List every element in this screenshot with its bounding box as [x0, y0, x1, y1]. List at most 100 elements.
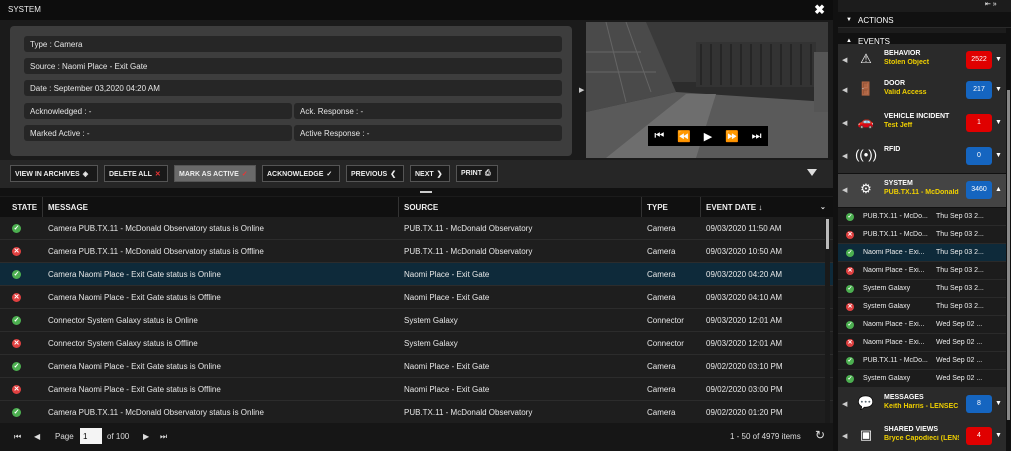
next-button[interactable]: NEXT ❯ [410, 165, 450, 182]
forward-icon[interactable]: ⏩ [725, 130, 739, 143]
table-row[interactable]: ✕ Camera PUB.TX.11 - McDonald Observatory… [0, 240, 833, 263]
table-scrollbar-thumb[interactable] [826, 219, 829, 249]
category-system[interactable]: ◀ ⚙ SYSTEM PUB.TX.11 - McDonald ... 3460 ▲ [838, 174, 1006, 208]
view-in-archives-button[interactable]: VIEW IN ARCHIVES ◈ [10, 165, 98, 182]
skip-first-icon[interactable]: ⏮ [654, 130, 664, 143]
system-event-item[interactable]: ✕ Naomi Place - Exi... Thu Sep 03 2... [838, 262, 1006, 280]
status-error-icon: ✕ [12, 293, 21, 302]
system-event-item[interactable]: ✓ Naomi Place - Exi... Thu Sep 03 2... [838, 244, 1006, 262]
filter-icon[interactable] [807, 169, 817, 176]
dropdown-icon[interactable]: ▼ [995, 152, 1002, 159]
column-message[interactable]: MESSAGE [48, 203, 88, 212]
category-count-badge[interactable]: 217 [966, 81, 992, 99]
category-arrow-icon[interactable]: ◀ [842, 400, 847, 408]
table-row[interactable]: ✓ Camera PUB.TX.11 - McDonald Observatory… [0, 217, 833, 240]
print-button[interactable]: PRINT ⎙ [456, 165, 498, 182]
system-event-item[interactable]: ✕ PUB.TX.11 - McDo... Thu Sep 03 2... [838, 226, 1006, 244]
table-row[interactable]: ✓ Camera PUB.TX.11 - McDonald Observatory… [0, 401, 833, 423]
panel-divider [0, 188, 833, 196]
category-arrow-icon[interactable]: ◀ [842, 119, 847, 127]
category-count-badge[interactable]: 3460 [966, 181, 992, 199]
dropdown-icon[interactable]: ▼ [995, 400, 1002, 407]
system-event-item[interactable]: ✓ System Galaxy Thu Sep 03 2... [838, 280, 1006, 298]
rewind-icon[interactable]: ⏪ [677, 130, 691, 143]
table-row[interactable]: ✕ Camera Naomi Place - Exit Gate status i… [0, 286, 833, 309]
column-event-date[interactable]: EVENT DATE ↓ [706, 203, 762, 212]
category-arrow-icon[interactable]: ◀ [842, 86, 847, 94]
category-count-badge[interactable]: 8 [966, 395, 992, 413]
collapse-icon[interactable]: ▲ [995, 186, 1002, 193]
category-messages[interactable]: ◀ 💬 MESSAGES Keith Harris - LENSEC 8 ▼ [838, 388, 1006, 422]
system-event-date: Thu Sep 03 2... [936, 267, 984, 274]
message-cell: Camera PUB.TX.11 - McDonald Observatory … [48, 408, 264, 417]
type-cell: Connector [647, 316, 684, 325]
system-event-item[interactable]: ✓ PUB.TX.11 - McDo... Wed Sep 02 ... [838, 352, 1006, 370]
refresh-icon[interactable]: ↻ [815, 428, 825, 442]
system-event-date: Wed Sep 02 ... [936, 375, 983, 382]
category-count-badge[interactable]: 4 [966, 427, 992, 445]
mark-as-active-button[interactable]: MARK AS ACTIVE ✓ [174, 165, 256, 182]
system-event-date: Thu Sep 03 2... [936, 231, 984, 238]
actions-section[interactable]: ▼ ACTIONS [838, 12, 1011, 28]
column-menu-icon[interactable]: ⌄ [820, 203, 826, 211]
category-count-badge[interactable]: 2522 [966, 51, 992, 69]
play-icon[interactable]: ▶ [704, 130, 712, 143]
first-page-icon[interactable]: ⏮ [14, 432, 21, 442]
previous-button[interactable]: PREVIOUS ❮ [346, 165, 404, 182]
system-event-date: Thu Sep 03 2... [936, 249, 984, 256]
system-event-name: System Galaxy [863, 285, 911, 292]
column-source[interactable]: SOURCE [404, 203, 438, 212]
system-event-item[interactable]: ✓ PUB.TX.11 - McDo... Thu Sep 03 2... [838, 208, 1006, 226]
dropdown-icon[interactable]: ▼ [995, 432, 1002, 439]
skip-last-icon[interactable]: ⏭ [752, 130, 762, 143]
system-event-item[interactable]: ✓ System Galaxy Wed Sep 02 ... [838, 370, 1006, 388]
category-arrow-icon[interactable]: ◀ [842, 56, 847, 64]
type-cell: Connector [647, 339, 684, 348]
column-type[interactable]: TYPE [647, 203, 668, 212]
column-state[interactable]: STATE [12, 203, 37, 212]
print-label: PRINT [461, 170, 482, 177]
status-error-icon: ✕ [846, 339, 854, 347]
prev-page-icon[interactable]: ◀ [34, 432, 40, 441]
table-row[interactable]: ✓ Camera Naomi Place - Exit Gate status i… [0, 263, 833, 286]
category-latest: PUB.TX.11 - McDonald ... [884, 189, 959, 196]
category-door[interactable]: ◀ 🚪 DOOR Valid Access 217 ▼ [838, 74, 1006, 108]
system-event-item[interactable]: ✓ Naomi Place - Exi... Wed Sep 02 ... [838, 316, 1006, 334]
source-cell: System Galaxy [404, 316, 458, 325]
category-shared-views[interactable]: ◀ ▣ SHARED VIEWS Bryce Capodieci (LENS... 4▼ [838, 420, 1006, 451]
system-event-item[interactable]: ✕ System Galaxy Thu Sep 03 2... [838, 298, 1006, 316]
table-row[interactable]: ✕ Connector System Galaxy status is Offli… [0, 332, 833, 355]
window-title: SYSTEM [8, 5, 41, 14]
next-page-icon[interactable]: ▶ [143, 432, 149, 441]
camera-video-player[interactable]: ⏮ ⏪ ▶ ⏩ ⏭ [586, 22, 828, 158]
category-arrow-icon[interactable]: ◀ [842, 152, 847, 160]
page-number-input[interactable]: 1 [80, 428, 102, 444]
category-arrow-icon[interactable]: ◀ [842, 186, 847, 194]
sidebar-scrollbar-thumb[interactable] [1007, 90, 1010, 420]
delete-all-button[interactable]: DELETE ALL ✕ [104, 165, 168, 182]
category-vehicle-incident[interactable]: ◀ 🚗 VEHICLE INCIDENT Test Jeff 1 ▼ [838, 107, 1006, 141]
system-event-name: PUB.TX.11 - McDo... [863, 231, 928, 238]
close-icon[interactable]: ✖ [814, 2, 825, 18]
last-page-icon[interactable]: ⏭ [160, 432, 167, 442]
resize-handle[interactable] [420, 191, 432, 193]
dropdown-icon[interactable]: ▼ [995, 119, 1002, 126]
category-latest: Test Jeff [884, 122, 913, 129]
table-row[interactable]: ✓ Connector System Galaxy status is Onlin… [0, 309, 833, 332]
dropdown-icon[interactable]: ▼ [995, 56, 1002, 63]
category-icon: ▣ [859, 427, 873, 442]
category-arrow-icon[interactable]: ◀ [842, 432, 847, 440]
collapse-arrow-icon[interactable]: ▶ [579, 86, 584, 94]
category-count-badge[interactable]: 1 [966, 114, 992, 132]
table-row[interactable]: ✕ Camera Naomi Place - Exit Gate status i… [0, 378, 833, 401]
category-rfid[interactable]: ◀ ((•)) RFID 0 ▼ [838, 140, 1006, 174]
table-row[interactable]: ✓ Camera Naomi Place - Exit Gate status i… [0, 355, 833, 378]
category-count-badge[interactable]: 0 [966, 147, 992, 165]
sidebar-top-icons[interactable]: ⇤ » [985, 0, 997, 8]
date-cell: 09/03/2020 11:50 AM [706, 224, 782, 233]
message-cell: Connector System Galaxy status is Offlin… [48, 339, 198, 348]
category-behavior[interactable]: ◀ ⚠ BEHAVIOR Stolen Object 2522 ▼ [838, 44, 1006, 78]
dropdown-icon[interactable]: ▼ [995, 86, 1002, 93]
acknowledge-button[interactable]: ACKNOWLEDGE ✓ [262, 165, 340, 182]
system-event-item[interactable]: ✕ Naomi Place - Exi... Wed Sep 02 ... [838, 334, 1006, 352]
